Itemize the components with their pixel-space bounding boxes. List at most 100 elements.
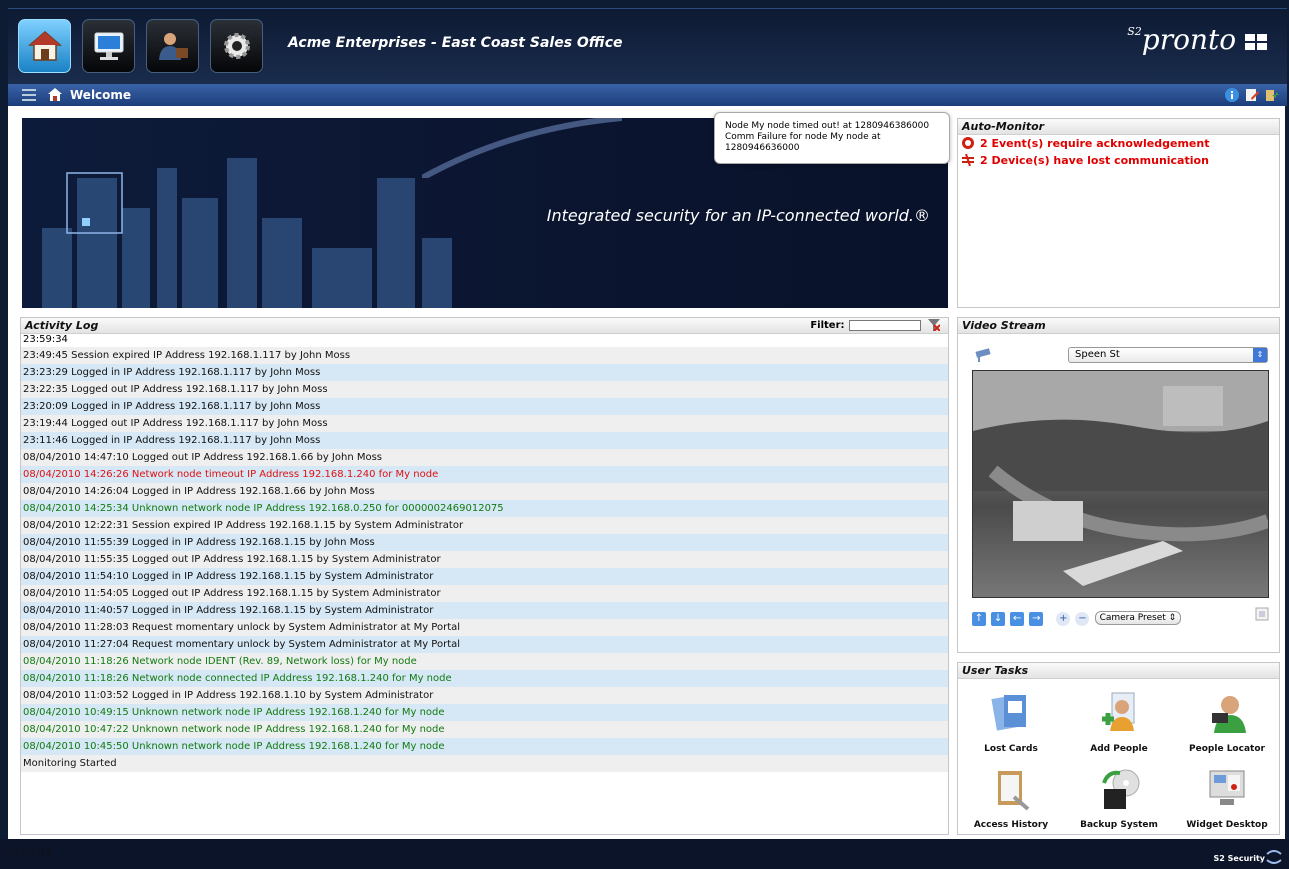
info-icon[interactable] xyxy=(1225,88,1239,102)
task-access-history-label: Access History xyxy=(973,820,1049,830)
auto-monitor-panel: Auto-Monitor 2 Event(s) require acknowle… xyxy=(957,118,1280,308)
log-row: 08/04/2010 14:26:04 Logged in IP Address… xyxy=(21,483,948,500)
video-feed[interactable] xyxy=(972,370,1269,598)
log-row: 08/04/2010 11:54:05 Logged out IP Addres… xyxy=(21,585,948,602)
log-row: 23:20:09 Logged in IP Address 192.168.1.… xyxy=(21,398,948,415)
widget-desktop-icon xyxy=(1209,770,1245,805)
menu-list-icon[interactable] xyxy=(22,89,36,101)
task-access-history[interactable]: Access History xyxy=(966,767,1056,830)
filter-input[interactable] xyxy=(848,319,921,331)
log-row: 08/04/2010 11:18:26 Network node connect… xyxy=(21,670,948,687)
app-title: Acme Enterprises - East Coast Sales Offi… xyxy=(288,35,623,51)
task-people-locator-label: People Locator xyxy=(1189,744,1265,754)
camera-preset-select[interactable]: Camera Preset ⇕ xyxy=(1094,611,1182,625)
task-people-locator[interactable]: People Locator xyxy=(1182,691,1272,754)
log-row: 08/04/2010 11:28:03 Request momentary un… xyxy=(21,619,948,636)
gear-icon xyxy=(223,33,250,59)
camera-select-value: Speen St xyxy=(1075,349,1120,360)
log-row: 08/04/2010 10:47:22 Unknown network node… xyxy=(21,721,948,738)
activity-log-title: Activity Log xyxy=(21,318,948,334)
pan-up-icon[interactable]: ↑ xyxy=(972,612,986,626)
video-frame-image xyxy=(973,371,1268,586)
monitor-icon xyxy=(94,32,123,60)
task-backup-system[interactable]: Backup System xyxy=(1074,767,1164,830)
s2-security-brand: S2 Security xyxy=(1213,854,1265,863)
camera-preset-value: Camera Preset xyxy=(1099,613,1166,623)
home-small-icon[interactable] xyxy=(48,88,62,101)
log-row: 08/04/2010 12:22:31 Session expired IP A… xyxy=(21,517,948,534)
select-arrows-icon: ⇕ xyxy=(1253,348,1267,362)
monitor-nav-button[interactable] xyxy=(82,19,135,73)
lost-communication-text: 2 Device(s) have lost communication xyxy=(980,154,1209,167)
log-current-time: 23:59:34 xyxy=(23,334,68,345)
edit-note-icon[interactable] xyxy=(1245,88,1259,102)
user-tasks-panel: User Tasks Lost Cards Add People People … xyxy=(957,662,1280,835)
task-add-people-label: Add People xyxy=(1090,744,1148,754)
add-people-icon xyxy=(1102,692,1135,731)
task-add-people[interactable]: Add People xyxy=(1074,691,1164,754)
swoosh-decoration xyxy=(422,118,622,178)
task-backup-system-label: Backup System xyxy=(1080,820,1158,830)
lost-communication-alert[interactable]: 2 Device(s) have lost communication xyxy=(958,152,1279,169)
top-nav-bar: Acme Enterprises - East Coast Sales Offi… xyxy=(8,8,1287,85)
user-tasks-title: User Tasks xyxy=(958,663,1279,679)
status-bar: 23:59:34 S2 Security xyxy=(0,839,1289,869)
camera-icon xyxy=(975,348,991,362)
log-row: 08/04/2010 14:25:34 Unknown network node… xyxy=(21,500,948,517)
people-nav-button[interactable] xyxy=(146,19,199,73)
log-row: 08/04/2010 11:18:26 Network node IDENT (… xyxy=(21,653,948,670)
pan-right-icon[interactable]: → xyxy=(1029,612,1044,626)
task-widget-desktop[interactable]: Widget Desktop xyxy=(1182,767,1272,830)
log-row: Monitoring Started xyxy=(21,755,948,772)
logo-mark-icon xyxy=(1245,34,1267,50)
people-locator-icon xyxy=(1212,696,1246,733)
breadcrumb: Welcome xyxy=(8,84,1287,106)
filter-label: Filter: xyxy=(810,320,845,331)
zoom-out-icon[interactable]: − xyxy=(1075,612,1090,626)
log-row: 23:23:29 Logged in IP Address 192.168.1.… xyxy=(21,364,948,381)
log-row: 23:49:45 Session expired IP Address 192.… xyxy=(21,347,948,364)
popout-video-icon[interactable] xyxy=(1255,607,1269,621)
breadcrumb-welcome[interactable]: Welcome xyxy=(70,88,131,102)
settings-nav-button[interactable] xyxy=(210,19,263,73)
log-row: 08/04/2010 11:40:57 Logged in IP Address… xyxy=(21,602,948,619)
log-row: 08/04/2010 11:27:04 Request momentary un… xyxy=(21,636,948,653)
events-ack-text: 2 Event(s) require acknowledgement xyxy=(980,137,1210,150)
auto-monitor-title: Auto-Monitor xyxy=(958,119,1279,135)
log-row: 23:11:46 Logged in IP Address 192.168.1.… xyxy=(21,432,948,449)
tooltip-line-1: Node My node timed out! at 1280946386000 xyxy=(725,121,930,131)
log-filter: Filter: xyxy=(810,319,941,332)
log-row: 08/04/2010 11:54:10 Logged in IP Address… xyxy=(21,568,948,585)
s2-logo-icon xyxy=(1266,850,1282,864)
notification-tooltip: Node My node timed out! at 1280946386000… xyxy=(714,112,950,164)
task-widget-desktop-label: Widget Desktop xyxy=(1186,820,1268,830)
pronto-logo: S2pronto xyxy=(1127,23,1267,56)
logout-icon[interactable] xyxy=(1265,88,1279,102)
events-ack-alert[interactable]: 2 Event(s) require acknowledgement xyxy=(958,135,1279,152)
house-icon xyxy=(27,31,62,61)
camera-select[interactable]: Speen St ⇕ xyxy=(1068,347,1268,363)
zoom-in-icon[interactable]: + xyxy=(1056,612,1071,626)
home-nav-button[interactable] xyxy=(18,19,71,73)
log-row: 08/04/2010 14:26:26 Network node timeout… xyxy=(21,466,948,483)
video-stream-panel: Video Stream Speen St ⇕ ↑ ↓ ← → + − Came… xyxy=(957,317,1280,653)
log-row: 08/04/2010 11:55:39 Logged in IP Address… xyxy=(21,534,948,551)
banner-tagline: Integrated security for an IP-connected … xyxy=(546,206,930,225)
log-row: 08/04/2010 14:47:10 Logged out IP Addres… xyxy=(21,449,948,466)
log-row: 08/04/2010 11:03:52 Logged in IP Address… xyxy=(21,687,948,704)
task-lost-cards-label: Lost Cards xyxy=(984,744,1038,754)
pan-down-icon[interactable]: ↓ xyxy=(991,612,1006,626)
task-lost-cards[interactable]: Lost Cards xyxy=(966,691,1056,754)
alarm-bell-icon xyxy=(962,137,974,149)
main-content: Integrated security for an IP-connected … xyxy=(8,106,1285,839)
activity-log-list[interactable]: 23:49:45 Session expired IP Address 192.… xyxy=(21,347,948,772)
log-row: 23:22:35 Logged out IP Address 192.168.1… xyxy=(21,381,948,398)
logo-superscript: S2 xyxy=(1127,25,1142,38)
status-clock: 23:59:34 xyxy=(6,847,51,858)
clear-filter-icon[interactable] xyxy=(928,319,941,332)
pan-left-icon[interactable]: ← xyxy=(1010,612,1025,626)
log-row: 23:19:44 Logged out IP Address 192.168.1… xyxy=(21,415,948,432)
tooltip-line-2: Comm Failure for node My node at 1280946… xyxy=(725,132,881,153)
backup-system-icon xyxy=(1102,769,1140,809)
lost-cards-icon xyxy=(991,695,1026,731)
